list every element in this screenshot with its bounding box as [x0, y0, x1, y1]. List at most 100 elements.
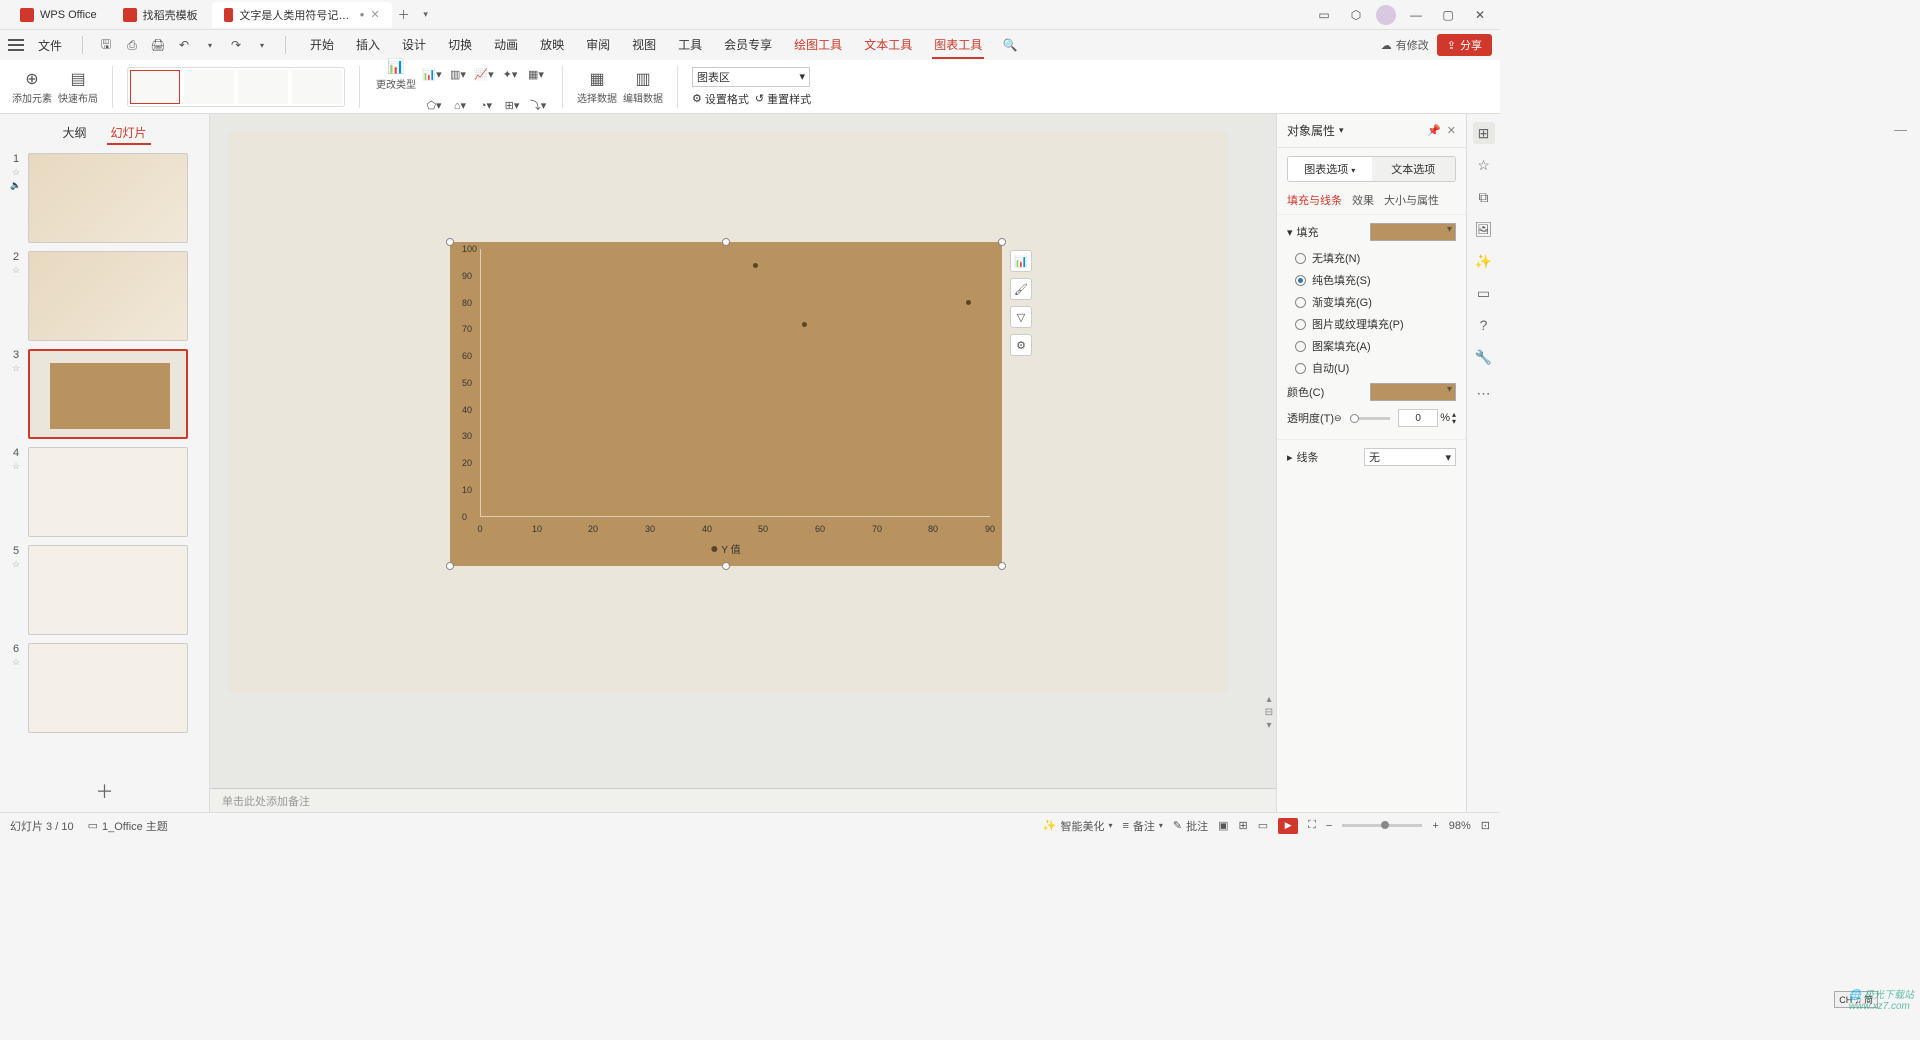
chart-area-select[interactable]: 图表区▾	[692, 67, 810, 87]
color-picker[interactable]	[1370, 383, 1456, 401]
share-button[interactable]: ⇪ 分享	[1437, 34, 1492, 56]
thumb-row[interactable]: 3☆	[8, 349, 201, 439]
search-icon[interactable]: 🔍	[1000, 35, 1020, 55]
selection-handle[interactable]	[446, 562, 454, 570]
zoom-out-icon[interactable]: −	[1326, 820, 1332, 832]
title-tab-document[interactable]: 文字是人类用符号记录表达信息以 ● ✕	[212, 2, 392, 28]
slide-thumbnail[interactable]	[28, 545, 188, 635]
chart-btn-10[interactable]: ⤵▾	[528, 95, 548, 115]
tab-review[interactable]: 审阅	[584, 32, 612, 59]
tab-tools[interactable]: 工具	[676, 32, 704, 59]
tab-transition[interactable]: 切换	[446, 32, 474, 59]
view-reading-icon[interactable]: ▭	[1258, 819, 1268, 832]
slideshow-button[interactable]: ▶	[1278, 818, 1298, 834]
print-preview-icon[interactable]: ⎙	[123, 36, 141, 54]
chart-style-button[interactable]: 🖌	[1010, 278, 1032, 300]
view-sorter-icon[interactable]: ⊞	[1239, 819, 1248, 832]
scroll-up-icon[interactable]: ▴	[1264, 694, 1274, 704]
slide-canvas[interactable]: 100 90 80 70 60 50 40 30 20 10 0 0 10 20…	[228, 132, 1228, 692]
chart-settings-button[interactable]: ⚙	[1010, 334, 1032, 356]
gallery-item[interactable]	[184, 70, 234, 104]
chart-filter-button[interactable]: ▽	[1010, 306, 1032, 328]
scroll-split-icon[interactable]: ⊟	[1264, 707, 1274, 717]
tab-view[interactable]: 视图	[630, 32, 658, 59]
thumb-row[interactable]: 4☆	[8, 447, 201, 537]
expand-icon[interactable]: ⛶	[1308, 819, 1316, 832]
line-select[interactable]: 无▾	[1364, 448, 1456, 466]
add-slide-button[interactable]: ＋	[0, 770, 209, 812]
fill-auto-radio[interactable]: 自动(U)	[1287, 357, 1456, 379]
gallery-item[interactable]	[130, 70, 180, 104]
tab-fill-line[interactable]: 填充与线条	[1287, 192, 1342, 208]
slide-thumbnail[interactable]	[28, 447, 188, 537]
zoom-value[interactable]: 98%	[1449, 820, 1471, 832]
avatar-icon[interactable]	[1376, 5, 1396, 25]
slider-thumb[interactable]	[1350, 414, 1359, 423]
side-image-icon[interactable]: 🖼	[1473, 218, 1495, 240]
selection-handle[interactable]	[722, 562, 730, 570]
slide-position[interactable]: 幻灯片 3 / 10	[10, 818, 74, 834]
layout-icon[interactable]: ▭	[1312, 3, 1336, 27]
fit-icon[interactable]: ⊡	[1481, 819, 1490, 832]
title-tab-wps[interactable]: WPS Office	[8, 2, 109, 28]
chart-btn-1[interactable]: 📊▾	[422, 65, 442, 85]
spinner-icon[interactable]: ▴▾	[1452, 411, 1456, 425]
undo-dropdown-icon[interactable]: ▾	[201, 36, 219, 54]
tab-draw-tools[interactable]: 绘图工具	[792, 32, 844, 59]
redo-icon[interactable]: ↷	[227, 36, 245, 54]
notes-toggle[interactable]: ≡备注▾	[1122, 818, 1162, 834]
close-button[interactable]: ✕	[1468, 3, 1492, 27]
close-icon[interactable]: ✕	[1447, 124, 1456, 137]
chart-btn-7[interactable]: ⌂▾	[450, 95, 470, 115]
thumbnail-list[interactable]: 1☆🔈 2☆ 3☆ 4☆ 5☆ 6☆	[0, 149, 209, 770]
gallery-item[interactable]	[238, 70, 288, 104]
redo-dropdown-icon[interactable]: ▾	[253, 36, 271, 54]
tab-member[interactable]: 会员专享	[722, 32, 774, 59]
tab-animation[interactable]: 动画	[492, 32, 520, 59]
hamburger-icon[interactable]	[8, 39, 24, 51]
slide-thumbnail[interactable]	[28, 153, 188, 243]
quick-layout-button[interactable]: ▤ 快速布局	[58, 69, 98, 105]
slide-thumbnail[interactable]	[28, 251, 188, 341]
tab-insert[interactable]: 插入	[354, 32, 382, 59]
add-element-button[interactable]: ⊕ 添加元素	[12, 69, 52, 105]
opacity-slider[interactable]	[1350, 417, 1391, 420]
chart-btn-2[interactable]: ▥▾	[448, 65, 468, 85]
tab-menu-button[interactable]: ▾	[416, 5, 436, 25]
comments-toggle[interactable]: ✎批注	[1173, 818, 1208, 834]
notes-area[interactable]: 单击此处添加备注	[210, 788, 1276, 812]
opacity-input[interactable]: 0	[1398, 409, 1438, 427]
side-overlap-icon[interactable]: ⧉	[1473, 186, 1495, 208]
tab-start[interactable]: 开始	[308, 32, 336, 59]
undo-icon[interactable]: ↶	[175, 36, 193, 54]
view-normal-icon[interactable]: ▣	[1218, 819, 1228, 832]
pin-icon[interactable]: 📌	[1427, 124, 1441, 137]
chart-btn-8[interactable]: ◔▾	[476, 95, 496, 115]
slide-thumbnail[interactable]	[28, 643, 188, 733]
fill-color-swatch[interactable]	[1370, 223, 1456, 241]
fill-solid-radio[interactable]: 纯色填充(S)	[1287, 269, 1456, 291]
beautify-button[interactable]: ✨智能美化▾	[1043, 818, 1113, 834]
thumb-row[interactable]: 2☆	[8, 251, 201, 341]
tab-slideshow[interactable]: 放映	[538, 32, 566, 59]
side-magic-icon[interactable]: ✨	[1473, 250, 1495, 272]
tab-chart-tools[interactable]: 图表工具	[932, 32, 984, 59]
thumb-row[interactable]: 5☆	[8, 545, 201, 635]
chart-style-gallery[interactable]	[127, 67, 345, 107]
side-star-icon[interactable]: ☆	[1473, 154, 1495, 176]
selection-handle[interactable]	[722, 238, 730, 246]
chart-btn-6[interactable]: ⬠▾	[424, 95, 444, 115]
set-format-button[interactable]: ⚙ 设置格式	[692, 91, 749, 107]
subtab-chart-options[interactable]: 图表选项 ▾	[1288, 157, 1372, 181]
vertical-scrollbar[interactable]: ▴ ⊟ ▾	[1262, 114, 1276, 812]
nav-tab-outline[interactable]: 大纲	[58, 122, 90, 145]
cube-icon[interactable]: ⬡	[1344, 3, 1368, 27]
fill-picture-radio[interactable]: 图片或纹理填充(P)	[1287, 313, 1456, 335]
zoom-thumb[interactable]	[1381, 821, 1389, 829]
slide-thumbnail[interactable]	[28, 349, 188, 439]
fill-gradient-radio[interactable]: 渐变填充(G)	[1287, 291, 1456, 313]
tab-text-tools[interactable]: 文本工具	[862, 32, 914, 59]
title-tab-template[interactable]: 找稻壳模板	[111, 2, 210, 28]
chevron-down-icon[interactable]: ▾	[1339, 125, 1344, 136]
fill-section-header[interactable]: ▾填充	[1287, 223, 1456, 241]
